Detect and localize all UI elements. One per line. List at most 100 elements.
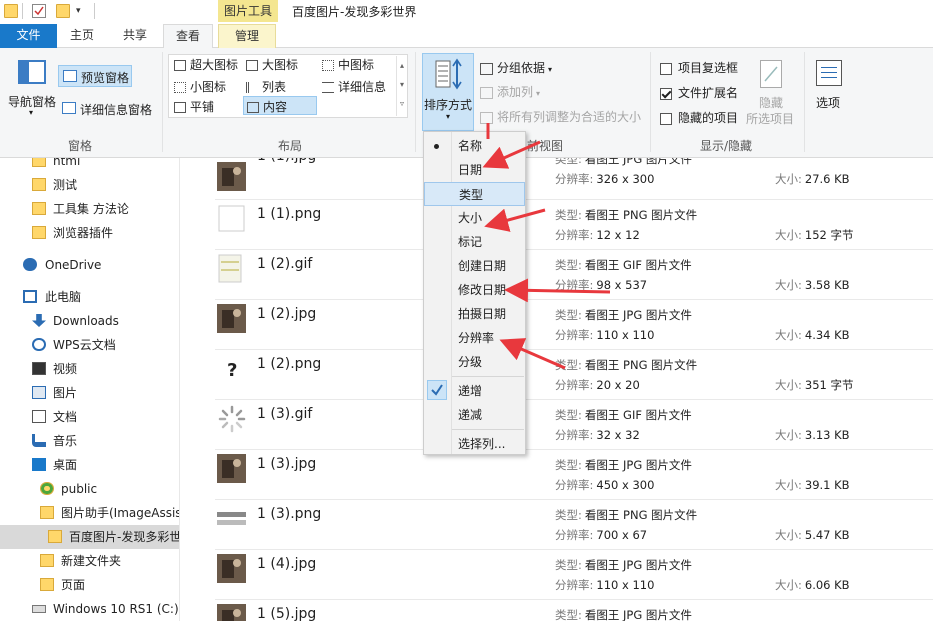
size-value: 5.47 KB (804, 528, 850, 542)
size-all-columns-label: 将所有列调整为合适的大小 (497, 110, 642, 124)
resolution-value: 110 x 110 (596, 578, 655, 592)
sidebar-item[interactable]: 浏览器插件 (0, 221, 179, 245)
sidebar-item-label: 音乐 (53, 434, 78, 448)
list-item[interactable]: 1 (2).jpg 类型: 看图王 JPG 图片文件 分辨率: 110 x 110 大小:… (215, 299, 933, 349)
tab-home[interactable]: 主页 (57, 24, 107, 48)
file-extensions-label: 文件扩展名 (678, 86, 739, 100)
properties-icon[interactable] (32, 4, 46, 18)
sidebar-item[interactable]: 测试 (0, 173, 179, 197)
list-item[interactable]: ? 1 (2).png 类型: 看图王 PNG 图片文件 分辨率: 20 x 20 大小: 3… (215, 349, 933, 399)
size-label: 大小: (775, 428, 802, 442)
list-item[interactable]: 1 (4).jpg 类型: 看图王 JPG 图片文件 分辨率: 110 x 110 大小:… (215, 549, 933, 599)
tab-manage[interactable]: 管理 (218, 24, 276, 49)
sort-order-option[interactable]: 递增 (424, 379, 525, 403)
sidebar-item[interactable]: 桌面 (0, 453, 179, 477)
sidebar-item[interactable]: 页面 (0, 573, 179, 597)
file-extensions-checkbox[interactable] (660, 87, 672, 100)
size-value: 4.34 KB (804, 328, 850, 342)
large-icons-icon (246, 60, 258, 71)
details-pane-label: 详细信息窗格 (80, 103, 153, 117)
layout-list[interactable]: 列表 (246, 78, 286, 95)
content-icon (247, 102, 259, 113)
sort-option[interactable]: 标记 (424, 230, 525, 254)
options-icon[interactable] (816, 60, 842, 86)
navigation-pane-icon[interactable] (18, 60, 46, 84)
file-name: 1 (2).gif (257, 256, 313, 272)
sidebar-item[interactable]: WPS云文档 (0, 333, 179, 357)
list-item[interactable]: 1 (1).png 类型: 看图王 PNG 图片文件 分辨率: 12 x 12 大小: 15… (215, 199, 933, 249)
file-resolution: 分辨率: 32 x 32 (555, 427, 640, 443)
sidebar-item[interactable]: public (0, 477, 179, 501)
type-value: 看图王 JPG 图片文件 (584, 608, 692, 621)
choose-columns-option[interactable]: 选择列... (424, 432, 525, 456)
sidebar-item[interactable]: Downloads (0, 309, 179, 333)
list-item[interactable]: 1 (3).gif 类型: 看图王 GIF 图片文件 分辨率: 32 x 32 大小: 3.… (215, 399, 933, 449)
file-type: 类型: 看图王 JPG 图片文件 (555, 307, 692, 323)
sidebar-item[interactable]: html (0, 158, 179, 173)
file-name: 1 (3).gif (257, 406, 313, 422)
hide-selected-line1[interactable]: 隐藏 (759, 94, 783, 111)
sidebar-item[interactable]: Windows 10 RS1 (C:) (0, 597, 179, 621)
sidebar-item[interactable]: 图片助手(ImageAssis (0, 501, 179, 525)
sidebar-item[interactable]: 工具集 方法论 (0, 197, 179, 221)
file-extensions-toggle[interactable]: 文件扩展名 (660, 84, 738, 101)
list-item[interactable]: 1 (3).png 类型: 看图王 PNG 图片文件 分辨率: 700 x 67 大小: 5… (215, 499, 933, 549)
sort-by-button[interactable]: 排序方式 ▾ (422, 53, 474, 131)
sort-option[interactable]: 修改日期 (424, 278, 525, 302)
sort-option[interactable]: 创建日期 (424, 254, 525, 278)
size-all-columns-button[interactable]: 将所有列调整为合适的大小 (480, 108, 641, 125)
customize-toolbar-icon[interactable]: ▾ (76, 6, 81, 16)
item-checkboxes-checkbox[interactable] (660, 62, 672, 75)
layout-details[interactable]: 详细信息 (322, 78, 386, 95)
sort-option[interactable]: 大小 (424, 206, 525, 230)
gallery-scroll[interactable]: ▴ ▾ ▿ (396, 56, 407, 116)
add-columns-button[interactable]: 添加列 ▾ (480, 83, 540, 100)
layout-medium-icons[interactable]: 中图标 (322, 56, 374, 73)
list-item[interactable]: 1 (5).jpg 类型: 看图王 JPG 图片文件 (215, 599, 933, 621)
layout-content[interactable]: 内容 (243, 96, 317, 115)
hidden-items-toggle[interactable]: 隐藏的项目 (660, 109, 738, 126)
hidden-items-checkbox[interactable] (660, 112, 672, 125)
layout-small-icons[interactable]: 小图标 (174, 78, 226, 95)
tab-view[interactable]: 查看 (163, 24, 213, 49)
sort-option[interactable]: 名称 (424, 134, 525, 158)
size-columns-icon (480, 111, 493, 124)
layout-small-label: 小图标 (190, 80, 227, 94)
group-by-button[interactable]: 分组依据 ▾ (480, 59, 552, 76)
layout-extra-large-icons[interactable]: 超大图标 (174, 56, 238, 73)
menu-item-label: 递增 (458, 384, 483, 398)
new-folder-icon[interactable] (56, 4, 70, 18)
sidebar-item[interactable]: 图片 (0, 381, 179, 405)
sidebar-item[interactable]: 新建文件夹 (0, 549, 179, 573)
preview-pane-button[interactable]: 预览窗格 (58, 65, 132, 87)
type-value: 看图王 JPG 图片文件 (584, 558, 692, 572)
sidebar-item[interactable]: 百度图片-发现多彩世 (0, 525, 179, 549)
item-checkboxes-toggle[interactable]: 项目复选框 (660, 59, 738, 76)
sort-option[interactable]: 日期 (424, 158, 525, 182)
sidebar-item[interactable]: 文档 (0, 405, 179, 429)
layout-tiles[interactable]: 平铺 (174, 98, 214, 115)
chevron-down-icon[interactable]: ▾ (29, 108, 33, 117)
size-label: 大小: (775, 328, 802, 342)
layout-large-icons[interactable]: 大图标 (246, 56, 298, 73)
sort-option[interactable]: 拍摄日期 (424, 302, 525, 326)
hide-selected-line2[interactable]: 所选项目 (746, 110, 794, 127)
tab-file[interactable]: 文件 (0, 24, 57, 48)
sort-option[interactable]: 分级 (424, 350, 525, 374)
sidebar-item[interactable]: OneDrive (0, 253, 179, 277)
thumbnail-photo-icon (217, 554, 246, 583)
sidebar-item[interactable]: 此电脑 (0, 285, 179, 309)
sort-option[interactable]: 类型 (424, 182, 525, 206)
sort-option[interactable]: 分辨率 (424, 326, 525, 350)
list-item[interactable]: 1 (2).gif 类型: 看图王 GIF 图片文件 分辨率: 98 x 537 大小: 3… (215, 249, 933, 299)
file-type: 类型: 看图王 GIF 图片文件 (555, 257, 692, 273)
options-button[interactable]: 选项 (816, 94, 840, 111)
tab-share[interactable]: 共享 (109, 24, 161, 48)
sort-order-option[interactable]: 递减 (424, 403, 525, 427)
sidebar-item[interactable]: 音乐 (0, 429, 179, 453)
sidebar-item[interactable]: 视频 (0, 357, 179, 381)
list-item[interactable]: 1 (3).jpg 类型: 看图王 JPG 图片文件 分辨率: 450 x 300 大小:… (215, 449, 933, 499)
details-pane-button[interactable]: 详细信息窗格 (58, 98, 158, 120)
list-item[interactable]: 1 (1).jpg 类型:看图王 JPG 图片文件分辨率:326 x 300 大小:… (215, 158, 933, 199)
hide-selected-icon[interactable] (760, 60, 782, 88)
